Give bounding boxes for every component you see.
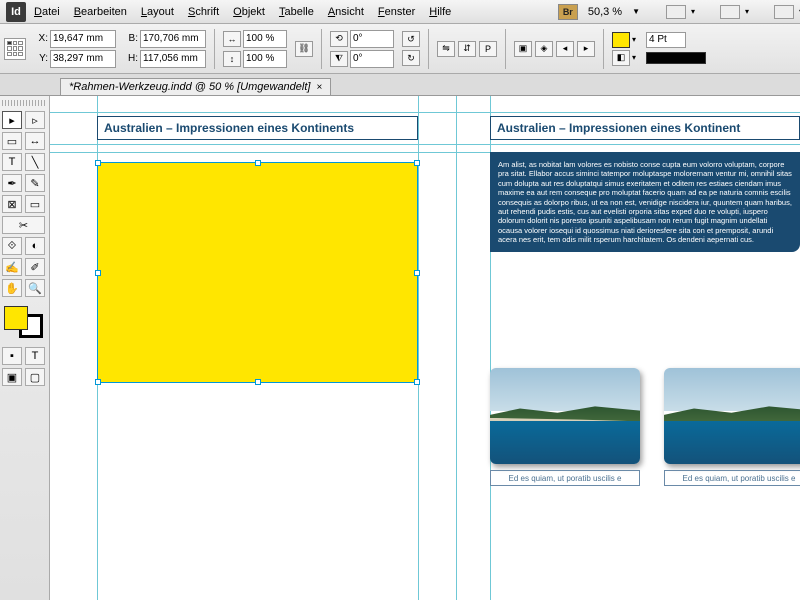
rotate-cw-icon[interactable]: ↻ [402,50,420,66]
app-logo: Id [6,2,26,22]
gradient-tool[interactable]: ◐ [25,237,45,255]
resize-handle[interactable] [414,270,420,276]
resize-handle[interactable] [95,379,101,385]
menubar: Id Datei Bearbeiten Layout Schrift Objek… [0,0,800,24]
scale-y-icon: ↕ [223,51,241,67]
menu-bearbeiten[interactable]: Bearbeiten [74,6,127,18]
apply-color-icon[interactable]: ▪ [2,347,22,365]
p-icon[interactable]: P [479,41,497,57]
normal-view-icon[interactable]: ▣ [2,368,22,386]
document-tab-title: *Rahmen-Werkzeug.indd @ 50 % [Umgewandel… [69,81,310,93]
menu-ansicht[interactable]: Ansicht [328,6,364,18]
scale-x-field[interactable]: 100 % [243,30,287,48]
direct-selection-tool[interactable]: ▹ [25,111,45,129]
arrange-icon[interactable] [774,5,794,19]
rotate-ccw-icon[interactable]: ↺ [402,31,420,47]
placed-image [664,368,800,464]
eyedropper-tool[interactable]: ✐ [25,258,45,276]
h-field[interactable]: 117,056 mm [140,50,206,68]
type-tool[interactable]: T [2,153,22,171]
body-text-frame: Am alist, as nobitat lam volores es nobi… [490,152,800,252]
resize-handle[interactable] [95,270,101,276]
title-left: Australien – Impressionen eines Kontinen… [97,116,418,140]
pencil-tool[interactable]: ✎ [25,174,45,192]
stroke-style[interactable] [646,52,706,64]
toolbox: ▸▹ ▭↔ T╲ ✒✎ ⊠▭ ✂ ⟐◐ ✍✐ ✋🔍 ▪T ▣▢ [0,96,50,600]
toolbox-grip[interactable] [2,100,47,106]
resize-handle[interactable] [255,160,261,166]
document-tab[interactable]: *Rahmen-Werkzeug.indd @ 50 % [Umgewandel… [60,78,331,95]
resize-handle[interactable] [255,379,261,385]
free-transform-tool[interactable]: ⟐ [2,237,22,255]
close-tab-icon[interactable]: × [316,82,322,93]
selection-tool[interactable]: ▸ [2,111,22,129]
select-next-icon[interactable]: ▸ [577,41,595,57]
scale-y-field[interactable]: 100 % [243,50,287,68]
line-tool[interactable]: ╲ [25,153,45,171]
stroke-weight[interactable]: 4 Pt [646,32,686,48]
menu-hilfe[interactable]: Hilfe [429,6,451,18]
document-tabbar: *Rahmen-Werkzeug.indd @ 50 % [Umgewandel… [0,74,800,96]
hand-tool[interactable]: ✋ [2,279,22,297]
gap-tool[interactable]: ↔ [25,132,45,150]
rotate-field[interactable]: 0° [350,30,394,48]
document-canvas[interactable]: Australien – Impressionen eines Kontinen… [50,96,800,600]
rect-tool[interactable]: ▭ [25,195,45,213]
image-caption: Ed es quiam, ut poratib uscilis e [664,470,800,486]
x-field[interactable]: 19,647 mm [50,30,116,48]
zoom-level[interactable]: 50,3 % [588,6,622,18]
shear-icon: ⧨ [330,51,348,67]
menu-fenster[interactable]: Fenster [378,6,415,18]
note-tool[interactable]: ✍ [2,258,22,276]
rect-frame-tool[interactable]: ⊠ [2,195,22,213]
title-right: Australien – Impressionen eines Kontinen… [490,116,800,140]
page-tool[interactable]: ▭ [2,132,22,150]
rotate-icon: ⟲ [330,31,348,47]
menu-schrift[interactable]: Schrift [188,6,219,18]
preview-view-icon[interactable]: ▢ [25,368,45,386]
pen-tool[interactable]: ✒ [2,174,22,192]
resize-handle[interactable] [414,160,420,166]
menu-tabelle[interactable]: Tabelle [279,6,314,18]
control-bar: X:19,647 mm Y:38,297 mm B:170,706 mm H:1… [0,24,800,74]
menu-layout[interactable]: Layout [141,6,174,18]
scale-x-icon: ↔ [223,31,241,47]
flip-h-icon[interactable]: ⇋ [437,41,455,57]
resize-handle[interactable] [95,160,101,166]
y-field[interactable]: 38,297 mm [50,50,116,68]
scissors-tool[interactable]: ✂ [2,216,45,234]
fill-stroke-proxy[interactable] [2,304,45,340]
placed-image [490,368,640,464]
w-field[interactable]: 170,706 mm [140,30,206,48]
view-mode-icon[interactable] [666,5,686,19]
screen-mode-icon[interactable] [720,5,740,19]
menu-datei[interactable]: Datei [34,6,60,18]
menu-objekt[interactable]: Objekt [233,6,265,18]
reference-point[interactable] [4,38,26,60]
image-caption: Ed es quiam, ut poratib uscilis e [490,470,640,486]
select-prev-icon[interactable]: ◂ [556,41,574,57]
fill-swatch[interactable] [612,32,630,48]
select-container-icon[interactable]: ▣ [514,41,532,57]
constrain-icon[interactable]: ⛓ [295,41,313,57]
flip-v-icon[interactable]: ⇵ [458,41,476,57]
stroke-swatch-icon[interactable]: ◧ [612,50,630,66]
zoom-tool[interactable]: 🔍 [25,279,45,297]
selected-rectangle-frame[interactable] [97,162,418,383]
apply-none-icon[interactable]: T [25,347,45,365]
bridge-icon[interactable]: Br [558,4,578,20]
select-content-icon[interactable]: ◈ [535,41,553,57]
resize-handle[interactable] [414,379,420,385]
shear-field[interactable]: 0° [350,50,394,68]
